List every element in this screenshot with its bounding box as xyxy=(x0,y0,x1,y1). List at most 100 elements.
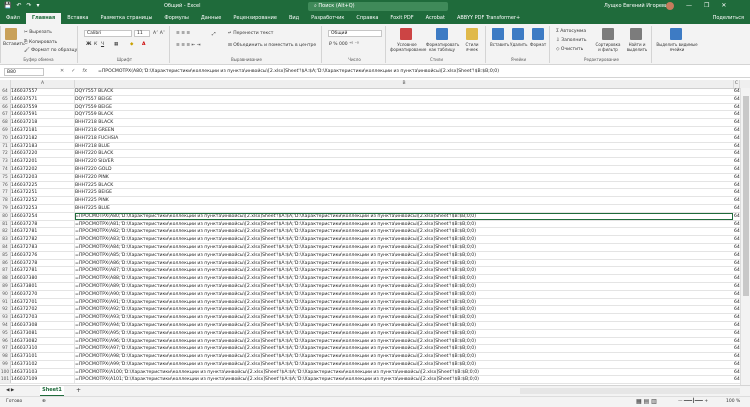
cell-b[interactable]: =ПРОСМОТРХ(A86;'D:\Характеристики\коллек… xyxy=(75,260,733,267)
tab-file[interactable]: Файл xyxy=(0,13,26,24)
row-header[interactable]: 72 xyxy=(0,150,11,158)
wrap-text-button[interactable]: ↵ Перенести текст xyxy=(228,31,273,36)
undo-icon[interactable]: ↶ xyxy=(16,2,21,9)
row-header[interactable]: 64 xyxy=(0,88,11,95)
row-header[interactable]: 90 xyxy=(0,290,11,298)
row-header[interactable]: 93 xyxy=(0,314,11,322)
cell-a[interactable]: 146037276 xyxy=(11,251,75,259)
cell-b[interactable]: =ПРОСМОТРХ(A94;'D:\Характеристики\коллек… xyxy=(75,322,733,329)
cell-b[interactable]: =ПРОСМОТРХ(A81;'D:\Характеристики\коллек… xyxy=(75,221,733,228)
cell-a[interactable]: 146372783 xyxy=(11,243,75,251)
cell-grid[interactable]: 64146037557DQY7557 BLACK64065146037571DQ… xyxy=(0,88,740,385)
cell-b[interactable]: DQY7559 BLACK xyxy=(75,111,733,118)
table-row[interactable]: 65146037571DQY7557 BEIGE640 xyxy=(0,95,740,104)
clear-button[interactable]: ◇ Очистить xyxy=(556,47,583,52)
cell-a[interactable]: 146037559 xyxy=(11,103,75,111)
cell-a[interactable]: 146373801 xyxy=(11,282,75,290)
cell-a[interactable]: 146372202 xyxy=(11,165,75,173)
align-top-icon[interactable]: ≡ ≡ ≡ xyxy=(176,31,190,36)
cell-a[interactable]: 146372252 xyxy=(11,197,75,205)
enter-icon[interactable]: ✓ xyxy=(71,68,75,74)
table-row[interactable]: 87 146372781 =ПРОСМОТРХ(A87;'D:\Характерис… xyxy=(0,267,740,276)
vertical-scrollbar[interactable] xyxy=(740,88,750,385)
tab-data[interactable]: Данные xyxy=(195,13,228,24)
table-row[interactable]: 67146037591DQY7559 BLACK640 xyxy=(0,111,740,120)
cell-a[interactable]: 146372251 xyxy=(11,189,75,197)
sheet-nav-icon[interactable]: ◀ ▶ xyxy=(6,388,14,393)
cell-a[interactable]: 146037225 xyxy=(11,181,75,189)
cell-b[interactable]: =ПРОСМОТРХ(A92;'D:\Характеристики\коллек… xyxy=(75,306,733,313)
cell-b[interactable]: =ПРОСМОТРХ(A95;'D:\Характеристики\коллек… xyxy=(75,330,733,337)
row-header[interactable]: 78 xyxy=(0,197,11,205)
delete-cells-button[interactable]: Удалить xyxy=(510,42,528,47)
paste-button[interactable]: Вставить xyxy=(3,42,25,47)
cell-a[interactable]: 146373103 xyxy=(11,368,75,376)
table-row[interactable]: 77146372251BHH7225 BEIGE640 xyxy=(0,189,740,198)
cell-a[interactable]: 146037310 xyxy=(11,345,75,353)
cell-a[interactable]: 146372782 xyxy=(11,236,75,244)
cell-a[interactable]: 146037380 xyxy=(11,275,75,283)
row-header[interactable]: 83 xyxy=(0,236,11,244)
redo-icon[interactable]: ↷ xyxy=(27,2,32,9)
avatar[interactable] xyxy=(666,2,674,10)
cell-a[interactable]: 146372781 xyxy=(11,267,75,275)
format-table-icon[interactable] xyxy=(436,28,448,40)
cell-b[interactable]: BHH7220 SILVER xyxy=(75,158,733,165)
cell-b[interactable]: BHH7225 BEIGE xyxy=(75,189,733,196)
fill-color-icon[interactable]: ◆ xyxy=(130,42,133,47)
row-header[interactable]: 73 xyxy=(0,158,11,166)
row-header[interactable]: 99 xyxy=(0,360,11,368)
cell-a[interactable]: 146037220 xyxy=(11,150,75,158)
format-table-button[interactable]: Форматировать как таблицу xyxy=(426,42,459,52)
tab-foxit[interactable]: Foxit PDF xyxy=(384,13,419,24)
cell-b[interactable]: =ПРОСМОТРХ(A84;'D:\Характеристики\коллек… xyxy=(75,244,733,251)
add-sheet-button[interactable]: + xyxy=(76,387,81,394)
cell-b[interactable]: DQY7559 BEIGE xyxy=(75,104,733,111)
borders-icon[interactable]: ▦ xyxy=(114,42,118,47)
row-header[interactable]: 101 xyxy=(0,376,11,384)
row-header[interactable]: 86 xyxy=(0,259,11,267)
row-header[interactable]: 85 xyxy=(0,251,11,259)
align-left-icon[interactable]: ≡ ≡ ≡ ⇤ ⇥ xyxy=(176,43,201,48)
cell-b[interactable]: =ПРОСМОТРХ(A91;'D:\Характеристики\коллек… xyxy=(75,299,733,306)
cell-a[interactable]: 146037571 xyxy=(11,95,75,103)
cell-b[interactable]: =ПРОСМОТРХ(A96;'D:\Характеристики\коллек… xyxy=(75,338,733,345)
minimize-icon[interactable]: — xyxy=(686,2,692,9)
cell-b[interactable]: DQY7557 BLACK xyxy=(75,88,733,95)
cell-b[interactable]: =ПРОСМОТРХ(A93;'D:\Характеристики\коллек… xyxy=(75,314,733,321)
select-all-corner[interactable] xyxy=(0,80,11,88)
cell-a[interactable]: 146037591 xyxy=(11,111,75,119)
cell-a[interactable]: 146373102 xyxy=(11,360,75,368)
table-row[interactable]: 64146037557DQY7557 BLACK640 xyxy=(0,88,740,96)
row-header[interactable]: 97 xyxy=(0,345,11,353)
table-row[interactable]: 76146037225BHH7225 BLACK640 xyxy=(0,181,740,190)
row-header[interactable]: 89 xyxy=(0,282,11,290)
cell-a[interactable]: 146037278 xyxy=(11,220,75,228)
tab-formulas[interactable]: Формулы xyxy=(158,13,194,24)
user-name[interactable]: Лущко Евгений Игоревич xyxy=(604,3,671,9)
table-row[interactable]: 79146372253BHH7225 BLUE640 xyxy=(0,204,740,213)
table-row[interactable]: 78146372252BHH7225 PINK640 xyxy=(0,197,740,205)
row-header[interactable]: 66 xyxy=(0,103,11,111)
close-icon[interactable]: ✕ xyxy=(721,2,726,9)
cell-styles-button[interactable]: Стили ячеек xyxy=(460,42,484,52)
cell-b[interactable]: BHH7225 PINK xyxy=(75,197,733,204)
copy-button[interactable]: ⎘ Копировать xyxy=(24,39,57,45)
merge-center-button[interactable]: ⊟ Объединить и поместить в центре xyxy=(228,43,316,48)
restore-icon[interactable]: ❐ xyxy=(704,2,709,9)
table-row[interactable]: 94 146037308 =ПРОСМОТРХ(A94;'D:\Характерис… xyxy=(0,321,740,330)
cell-b[interactable]: =ПРОСМОТРХ(A98;'D:\Характеристики\коллек… xyxy=(75,353,733,360)
cell-a[interactable]: 146372781 xyxy=(11,228,75,236)
table-row[interactable]: 73146372201BHH7220 SILVER640 xyxy=(0,158,740,166)
table-row[interactable]: 75146372203BHH7220 PINK640 xyxy=(0,173,740,182)
cell-a[interactable]: 146037278 xyxy=(11,259,75,267)
tab-review[interactable]: Рецензирование xyxy=(227,13,283,24)
autosum-button[interactable]: Σ Автосумма xyxy=(556,29,586,34)
table-row[interactable]: 69146372181BHH7218 GREEN640 xyxy=(0,126,740,135)
table-row[interactable]: 70146372182BHH7218 FUCHSIA640 xyxy=(0,134,740,143)
row-header[interactable]: 80 xyxy=(0,212,11,220)
row-header[interactable]: 81 xyxy=(0,220,11,228)
row-header[interactable]: 96 xyxy=(0,337,11,345)
table-row[interactable]: 72146037220BHH7220 BLACK640 xyxy=(0,150,740,159)
table-row[interactable]: 92 146372702 =ПРОСМОТРХ(A92;'D:\Характерис… xyxy=(0,306,740,315)
